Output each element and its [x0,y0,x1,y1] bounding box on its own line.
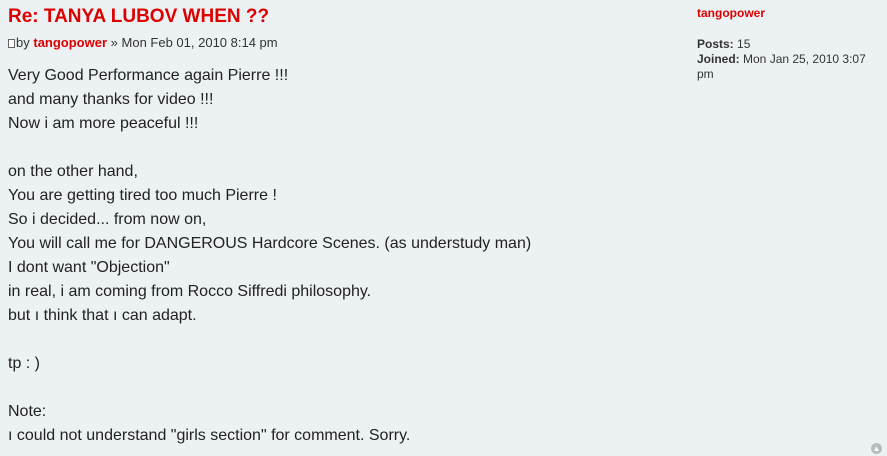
post-body: Very Good Performance again Pierre !!! an… [8,64,668,448]
profile-posts: Posts: 15 [697,37,882,52]
posts-label: Posts: [697,37,734,51]
post-body-line: Note: [8,403,47,420]
post-body-line: ı could not understand "girls section" f… [8,427,411,444]
back-to-top-icon[interactable]: ▲ [871,443,882,454]
joined-label: Joined: [697,52,740,66]
post-body-line: on the other hand, [8,163,138,180]
post-body-line [8,136,668,160]
post-body-line [8,376,668,400]
post-icon[interactable] [8,39,15,48]
post-body-line: Very Good Performance again Pierre !!! [8,67,289,84]
posts-value[interactable]: 15 [737,37,750,51]
post-author-link[interactable]: tangopower [33,35,107,50]
by-label: by [16,35,30,50]
post-body-line: and many thanks for video !!! [8,91,214,108]
post-body-line: but ı think that ı can adapt. [8,307,197,324]
profile-joined: Joined: Mon Jan 25, 2010 3:07 pm [697,52,882,82]
post-body-line: tp : ) [8,355,41,372]
post-body-line: I dont want "Objection" [8,259,170,276]
post-body-line: You are getting tired too much Pierre ! [8,187,277,204]
post-datetime: Mon Feb 01, 2010 8:14 pm [121,35,278,50]
post-meta: by tangopower » Mon Feb 01, 2010 8:14 pm [8,35,278,50]
post-body-line: Now i am more peaceful !!! [8,115,199,132]
meta-separator: » [110,35,118,50]
post-body-line: in real, i am coming from Rocco Siffredi… [8,283,372,300]
post-title[interactable]: Re: TANYA LUBOV WHEN ?? [8,6,269,28]
author-profile: tangopower Posts: 15 Joined: Mon Jan 25,… [697,6,882,82]
profile-author-link[interactable]: tangopower [697,6,882,20]
post-body-line [8,328,668,352]
post-body-line: So i decided... from now on, [8,211,207,228]
post-body-line: You will call me for DANGEROUS Hardcore … [8,235,532,252]
